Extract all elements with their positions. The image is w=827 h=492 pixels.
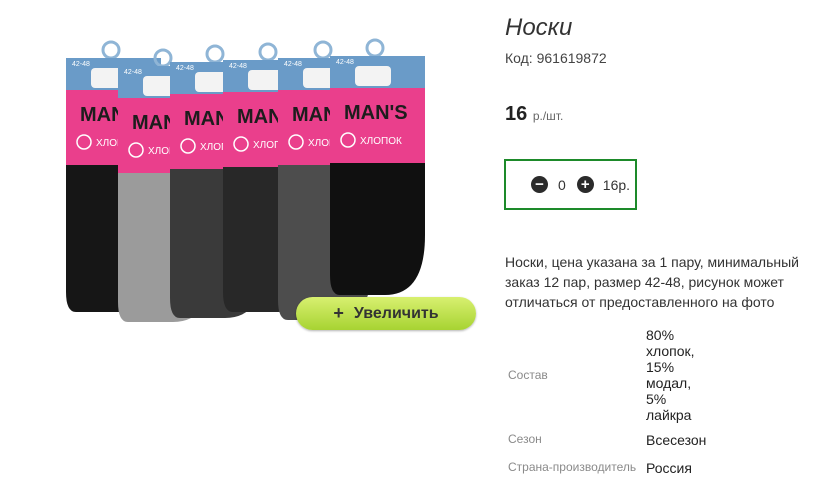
plus-circle-icon[interactable]: + — [576, 176, 594, 193]
svg-text:42-48: 42-48 — [284, 61, 302, 68]
composition-line: хлопок, — [646, 343, 695, 359]
svg-text:MAN'S: MAN'S — [344, 102, 408, 124]
spec-composition-value: 80% хлопок, 15% модал, 5% лайкра — [646, 327, 726, 423]
product-title: Носки — [505, 14, 573, 41]
svg-text:42-48: 42-48 — [176, 65, 194, 72]
minus-circle-icon[interactable]: − — [531, 176, 548, 193]
spec-composition-label: Состав — [508, 368, 548, 382]
spec-season-label: Сезон — [508, 432, 542, 446]
socks-photo: 42-48MAN'SХЛОПОК42-48MAN'SХЛОПОК42-48MAN… — [66, 38, 425, 322]
product-code: Код: 961619872 — [505, 50, 607, 66]
composition-line: 5% — [646, 391, 667, 407]
product-image[interactable]: 42-48 MAN'S ХЛОПОК 42-48 MAN'S ХЛОПОК 42-48 MAN… — [0, 0, 490, 492]
product-price: 16 р./шт. — [505, 103, 563, 126]
product-description: Носки, цена указана за 1 пару, минимальн… — [505, 254, 799, 310]
composition-line: лайкра — [646, 407, 692, 423]
sock-6: 42-48 MAN'S ХЛОПОК — [330, 38, 425, 295]
svg-text:42-48: 42-48 — [124, 69, 142, 76]
svg-text:ХЛОПОК: ХЛОПОК — [360, 136, 402, 147]
composition-line: модал, — [646, 375, 692, 391]
composition-line: 80% — [646, 327, 675, 343]
composition-line: 15% — [646, 359, 675, 375]
price-value: 16 — [505, 103, 528, 125]
zoom-button[interactable]: + Увеличить — [296, 297, 476, 330]
quantity-value: 0 — [558, 176, 566, 193]
spec-country-label: Страна-производитель — [508, 460, 637, 474]
plus-icon: + — [333, 303, 344, 323]
spec-season-value: Всесезон — [646, 432, 707, 448]
svg-text:42-48: 42-48 — [336, 59, 354, 66]
price-unit: р./шт. — [532, 109, 564, 123]
svg-text:42-48: 42-48 — [72, 61, 90, 68]
svg-text:42-48: 42-48 — [229, 63, 247, 70]
quantity-sum: 16р. — [602, 176, 631, 193]
spec-country-value: Россия — [646, 460, 692, 476]
quantity-stepper: − 0 + 16р. — [504, 159, 637, 210]
zoom-label: Увеличить — [353, 304, 439, 322]
